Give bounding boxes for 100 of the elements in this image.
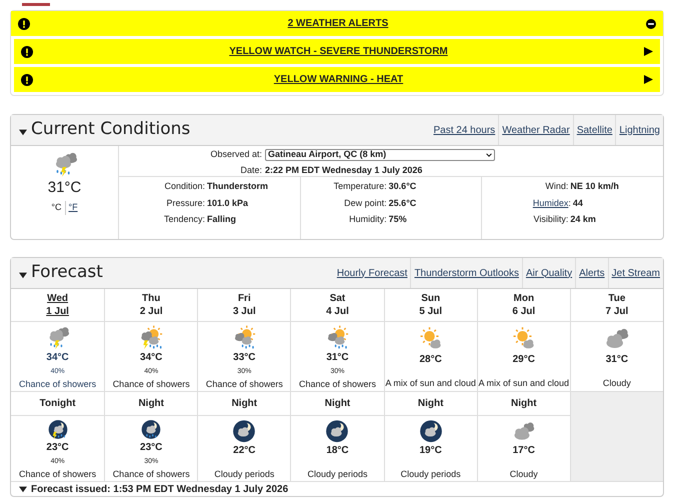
current-temperature: 31°C — [48, 178, 82, 198]
header-link[interactable]: Lightning — [615, 115, 663, 145]
day-header[interactable]: Sat 4 Jul — [290, 289, 384, 322]
day-header[interactable]: Sun 5 Jul — [384, 289, 477, 322]
caret-icon[interactable] — [19, 271, 27, 279]
observation-label: Visibility: — [533, 214, 568, 224]
unit-toggle[interactable]: °F — [64, 201, 78, 214]
night-header: Night — [384, 392, 477, 416]
day-temperature: 34°C — [140, 351, 162, 365]
night-header: Night — [197, 392, 290, 416]
day-summary: Chance of showers — [206, 378, 283, 390]
alert-item[interactable]: YELLOW WARNING - HEAT — [14, 67, 660, 92]
chevron-down-icon — [486, 152, 492, 157]
observation-value: 101.0 kPa — [206, 196, 248, 210]
panel-title: Current Conditions — [31, 118, 190, 142]
observation-value: Falling — [206, 213, 236, 226]
day-name[interactable]: Fri — [238, 292, 251, 305]
observation-label: Dew point: — [344, 198, 387, 208]
day-summary: Chance of showers — [112, 378, 190, 390]
day-date[interactable]: 2 Jul — [140, 305, 163, 318]
day-name[interactable]: Mon — [514, 292, 534, 305]
night-header: Tonight — [11, 392, 104, 416]
observation-value: 24 km — [569, 213, 596, 226]
observation-link[interactable]: Humidex — [532, 198, 568, 208]
date-label: Date: — [239, 164, 263, 176]
day-header[interactable]: Tue 7 Jul — [570, 289, 663, 322]
observation-value: 25.6°C — [388, 196, 416, 210]
night-header: Night — [104, 392, 198, 416]
night-header: Night — [290, 392, 384, 416]
alert-title[interactable]: YELLOW WARNING - HEAT — [33, 72, 644, 87]
night-summary: Chance of showers — [19, 468, 96, 480]
station-select[interactable]: Gatineau Airport, QC (8 km) — [265, 148, 495, 161]
exclamation-icon — [21, 46, 33, 58]
day-header[interactable]: Wed 1 Jul — [11, 289, 104, 322]
night-header: Night — [476, 392, 570, 416]
day-date[interactable]: 1 Jul — [46, 305, 69, 318]
header-link[interactable]: Hourly Forecast — [334, 258, 410, 288]
observation-label: Temperature: — [334, 181, 387, 191]
observation-value: NE 10 km/h — [569, 180, 619, 193]
day-temperature: 31°C — [606, 353, 628, 367]
night-temperature: 22°C — [233, 444, 256, 458]
observed-label: Observed at: — [209, 148, 263, 161]
forecast-issued: Forecast issued: 1:53 PM EDT Wednesday 1 July 2026 — [31, 482, 288, 496]
alert-item[interactable]: YELLOW WATCH - SEVERE THUNDERSTORM — [14, 39, 660, 64]
day-summary: Cloudy — [602, 377, 631, 390]
collapse-icon[interactable] — [646, 18, 656, 28]
day-summary: A mix of sun and cloud — [385, 377, 476, 390]
day-name[interactable]: Sun — [421, 292, 440, 305]
alerts-title[interactable]: 2 WEATHER ALERTS — [30, 16, 646, 31]
play-arrow-icon[interactable] — [644, 75, 653, 84]
night-summary: Cloudy periods — [400, 468, 461, 481]
day-summary: Chance of showers — [19, 378, 96, 390]
day-date[interactable]: 3 Jul — [232, 305, 256, 318]
day-header[interactable]: Mon 6 Jul — [476, 289, 570, 322]
header-link[interactable]: Weather Radar — [498, 115, 573, 145]
header-link[interactable]: Jet Stream — [608, 258, 663, 288]
day-name[interactable]: Wed — [47, 292, 68, 305]
day-date[interactable]: 5 Jul — [419, 305, 442, 318]
night-summary: Cloudy periods — [214, 468, 274, 481]
day-date[interactable]: 7 Jul — [606, 305, 628, 318]
night-temperature: 18°C — [326, 444, 349, 458]
alerts-header[interactable]: 2 WEATHER ALERTS — [11, 11, 663, 36]
night-temperature: 23°C — [46, 441, 69, 455]
label-colon: : — [568, 196, 571, 210]
exclamation-icon — [18, 18, 30, 30]
night-temperature: 23°C — [140, 441, 162, 455]
day-temperature: 29°C — [512, 353, 535, 367]
day-temperature: 31°C — [326, 351, 349, 365]
day-name[interactable]: Sat — [330, 292, 346, 305]
header-link[interactable]: Air Quality — [522, 258, 576, 288]
caret-icon[interactable] — [19, 485, 27, 493]
accent-bar — [22, 3, 50, 6]
day-header[interactable]: Fri 3 Jul — [197, 289, 290, 322]
night-temperature: 19°C — [419, 444, 442, 458]
night-summary: Cloudy — [510, 468, 538, 481]
caret-icon[interactable] — [19, 128, 27, 136]
observation-date: 2:22 PM EDT Wednesday 1 July 2026 — [265, 164, 422, 177]
unit-toggle[interactable]: °C — [51, 201, 62, 214]
day-temperature: 33°C — [233, 351, 256, 365]
day-name[interactable]: Thu — [142, 292, 160, 305]
observation-label: Tendency: — [164, 214, 205, 224]
play-arrow-icon[interactable] — [644, 47, 653, 56]
observation-label: Condition: — [164, 181, 205, 191]
day-header[interactable]: Thu 2 Jul — [104, 289, 198, 322]
exclamation-icon — [21, 74, 33, 86]
day-summary: Chance of showers — [298, 378, 376, 390]
header-link[interactable]: Past 24 hours — [430, 115, 498, 145]
observation-label: Humidity: — [349, 214, 387, 224]
day-date[interactable]: 4 Jul — [326, 305, 349, 318]
day-name[interactable]: Tue — [608, 292, 626, 305]
day-date[interactable]: 6 Jul — [512, 305, 536, 318]
header-link[interactable]: Satellite — [572, 115, 616, 145]
header-link[interactable]: Thunderstorm Outlooks — [410, 258, 522, 288]
header-link[interactable]: Alerts — [575, 258, 608, 288]
night-summary: Chance of showers — [112, 468, 190, 480]
alert-title[interactable]: YELLOW WATCH - SEVERE THUNDERSTORM — [33, 44, 644, 59]
night-temperature: 17°C — [512, 444, 535, 458]
observation-label: Pressure: — [166, 198, 205, 208]
panel-title: Forecast — [31, 261, 103, 284]
observation-value: 44 — [572, 196, 583, 210]
